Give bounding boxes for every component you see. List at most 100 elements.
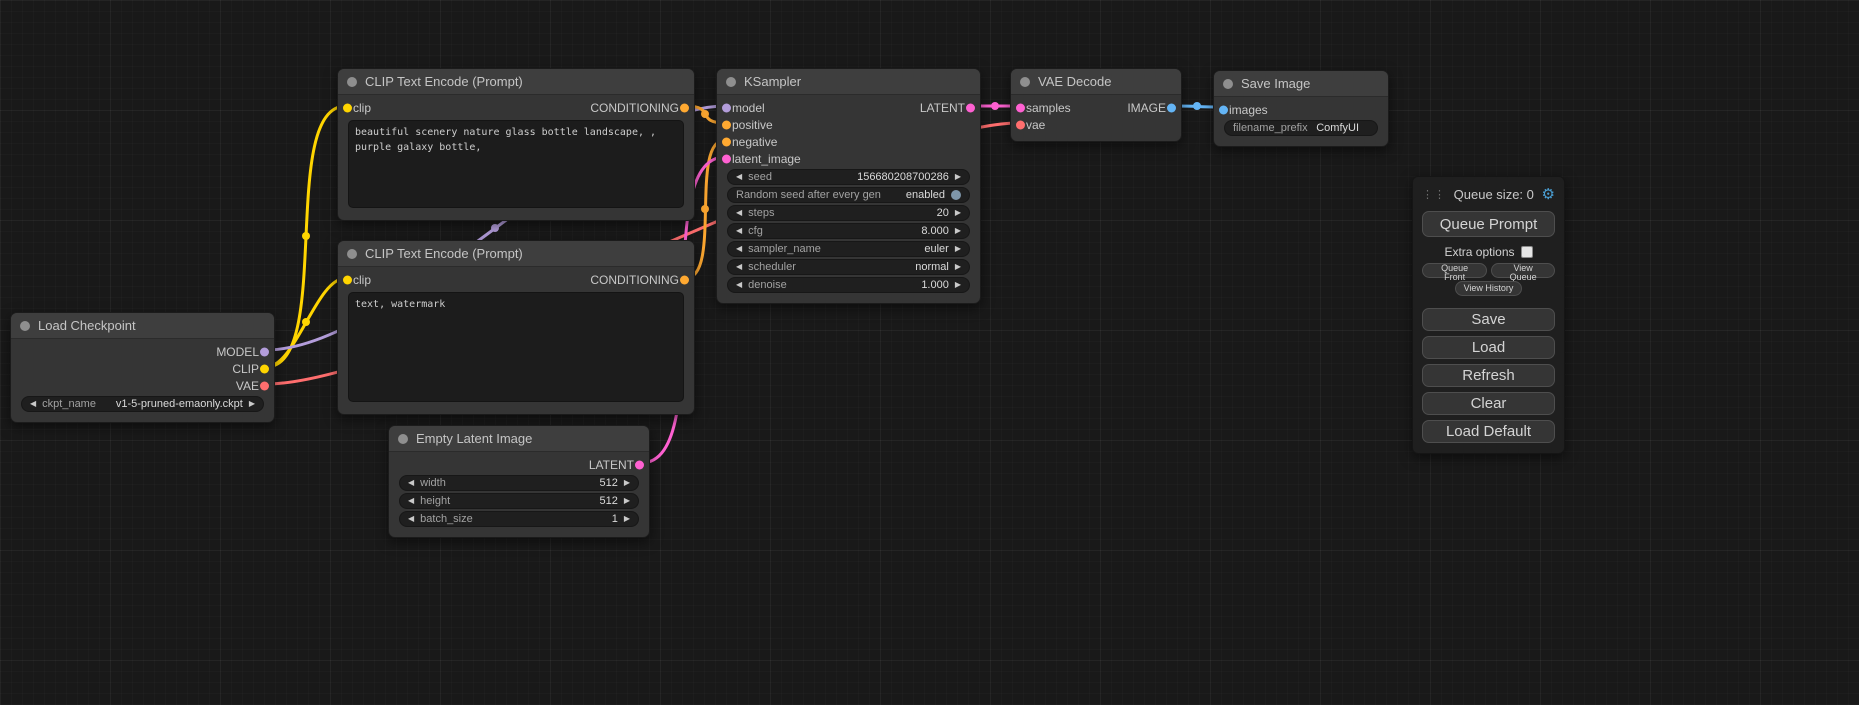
refresh-button[interactable]: Refresh — [1422, 364, 1555, 387]
collapse-toggle-icon[interactable] — [347, 249, 357, 259]
node-title-bar[interactable]: CLIP Text Encode (Prompt) — [338, 241, 694, 267]
extra-options-checkbox[interactable] — [1521, 246, 1533, 258]
node-title-bar[interactable]: Save Image — [1214, 71, 1388, 97]
node-clip-text-encode-negative[interactable]: CLIP Text Encode (Prompt) clip CONDITION… — [337, 240, 695, 415]
prompt-text-input[interactable]: text, watermark — [348, 292, 684, 402]
node-clip-text-encode-positive[interactable]: CLIP Text Encode (Prompt) clip CONDITION… — [337, 68, 695, 221]
decrement-arrow-icon[interactable]: ◀ — [736, 209, 742, 217]
input-slot-clip[interactable] — [343, 103, 352, 112]
increment-arrow-icon[interactable]: ▶ — [955, 263, 961, 271]
decrement-arrow-icon[interactable]: ◀ — [736, 281, 742, 289]
view-queue-button[interactable]: View Queue — [1491, 263, 1555, 278]
decrement-arrow-icon[interactable]: ◀ — [736, 227, 742, 235]
node-graph-canvas[interactable]: { "colors": { "model": "#B39DDB", "clip"… — [0, 0, 1859, 705]
input-slot-images[interactable] — [1219, 105, 1228, 114]
widget-scheduler[interactable]: ◀ scheduler normal ▶ — [727, 259, 970, 275]
node-title-bar[interactable]: Empty Latent Image — [389, 426, 649, 452]
increment-arrow-icon[interactable]: ▶ — [249, 400, 255, 408]
node-title-bar[interactable]: KSampler — [717, 69, 980, 95]
input-slot-model[interactable] — [722, 103, 731, 112]
decrement-arrow-icon[interactable]: ◀ — [736, 263, 742, 271]
prompt-text-input[interactable]: beautiful scenery nature glass bottle la… — [348, 120, 684, 208]
collapse-toggle-icon[interactable] — [726, 77, 736, 87]
node-load-checkpoint[interactable]: Load Checkpoint MODEL CLIP VAE ◀ ckpt_na… — [10, 312, 275, 423]
widget-steps[interactable]: ◀ steps 20 ▶ — [727, 205, 970, 221]
decrement-arrow-icon[interactable]: ◀ — [30, 400, 36, 408]
queue-prompt-button[interactable]: Queue Prompt — [1422, 211, 1555, 237]
node-save-image[interactable]: Save Image images filename_prefix ComfyU… — [1213, 70, 1389, 147]
widget-cfg[interactable]: ◀ cfg 8.000 ▶ — [727, 223, 970, 239]
decrement-arrow-icon[interactable]: ◀ — [408, 479, 414, 487]
toggle-label: Random seed after every gen — [736, 189, 881, 201]
node-title-bar[interactable]: VAE Decode — [1011, 69, 1181, 95]
widget-name: scheduler — [748, 261, 796, 273]
collapse-toggle-icon[interactable] — [347, 77, 357, 87]
input-slot-samples[interactable] — [1016, 103, 1025, 112]
output-slot-conditioning[interactable] — [680, 103, 689, 112]
settings-gear-icon[interactable]: ⚙ — [1542, 185, 1555, 203]
drag-handle-icon[interactable]: ⋮⋮ — [1422, 188, 1446, 201]
view-history-button[interactable]: View History — [1455, 281, 1523, 296]
collapse-toggle-icon[interactable] — [1020, 77, 1030, 87]
decrement-arrow-icon[interactable]: ◀ — [408, 497, 414, 505]
output-slot-latent[interactable] — [966, 103, 975, 112]
widget-name: ckpt_name — [42, 398, 96, 410]
collapse-toggle-icon[interactable] — [20, 321, 30, 331]
widget-sampler-name[interactable]: ◀ sampler_name euler ▶ — [727, 241, 970, 257]
increment-arrow-icon[interactable]: ▶ — [955, 173, 961, 181]
widget-random-seed-toggle[interactable]: Random seed after every gen enabled — [727, 187, 970, 203]
decrement-arrow-icon[interactable]: ◀ — [408, 515, 414, 523]
input-slot-latent-image[interactable] — [722, 154, 731, 163]
widget-seed[interactable]: ◀ seed 156680208700286 ▶ — [727, 169, 970, 185]
increment-arrow-icon[interactable]: ▶ — [955, 245, 961, 253]
node-title-bar[interactable]: CLIP Text Encode (Prompt) — [338, 69, 694, 95]
increment-arrow-icon[interactable]: ▶ — [955, 281, 961, 289]
output-slot-clip[interactable] — [260, 364, 269, 373]
widget-filename-prefix[interactable]: filename_prefix ComfyUI — [1224, 120, 1378, 136]
increment-arrow-icon[interactable]: ▶ — [955, 209, 961, 217]
menu-header: ⋮⋮ Queue size: 0 ⚙ — [1422, 185, 1555, 203]
decrement-arrow-icon[interactable]: ◀ — [736, 245, 742, 253]
output-label-vae: VAE — [236, 379, 259, 393]
widget-batch-size[interactable]: ◀ batch_size 1 ▶ — [399, 511, 639, 527]
collapse-toggle-icon[interactable] — [398, 434, 408, 444]
node-title: KSampler — [744, 74, 801, 89]
save-button[interactable]: Save — [1422, 308, 1555, 331]
input-slot-negative[interactable] — [722, 137, 731, 146]
output-row-vae: VAE — [11, 377, 274, 394]
increment-arrow-icon[interactable]: ▶ — [624, 515, 630, 523]
toggle-indicator-icon[interactable] — [951, 190, 961, 200]
output-slot-conditioning[interactable] — [680, 275, 689, 284]
slot-list: LATENT — [389, 452, 649, 473]
widget-ckpt-name[interactable]: ◀ ckpt_name v1-5-pruned-emaonly.ckpt ▶ — [21, 396, 264, 412]
node-ksampler[interactable]: KSampler model LATENT positive negative … — [716, 68, 981, 304]
load-button[interactable]: Load — [1422, 336, 1555, 359]
collapse-toggle-icon[interactable] — [1223, 79, 1233, 89]
node-title-bar[interactable]: Load Checkpoint — [11, 313, 274, 339]
output-slot-model[interactable] — [260, 347, 269, 356]
queue-front-button[interactable]: Queue Front — [1422, 263, 1487, 278]
queue-menu-panel[interactable]: ⋮⋮ Queue size: 0 ⚙ Queue Prompt Extra op… — [1412, 176, 1565, 454]
output-slot-image[interactable] — [1167, 103, 1176, 112]
widget-width[interactable]: ◀ width 512 ▶ — [399, 475, 639, 491]
input-slot-vae[interactable] — [1016, 120, 1025, 129]
node-vae-decode[interactable]: VAE Decode samples IMAGE vae — [1010, 68, 1182, 142]
clear-button[interactable]: Clear — [1422, 392, 1555, 415]
increment-arrow-icon[interactable]: ▶ — [955, 227, 961, 235]
widget-name: width — [420, 477, 446, 489]
increment-arrow-icon[interactable]: ▶ — [624, 497, 630, 505]
output-slot-vae[interactable] — [260, 381, 269, 390]
widget-height[interactable]: ◀ height 512 ▶ — [399, 493, 639, 509]
increment-arrow-icon[interactable]: ▶ — [624, 479, 630, 487]
node-title: Save Image — [1241, 76, 1310, 91]
input-label-model: model — [732, 101, 765, 115]
input-slot-positive[interactable] — [722, 120, 731, 129]
node-title: Empty Latent Image — [416, 431, 532, 446]
load-default-button[interactable]: Load Default — [1422, 420, 1555, 443]
input-label-images: images — [1229, 103, 1268, 117]
widget-denoise[interactable]: ◀ denoise 1.000 ▶ — [727, 277, 970, 293]
decrement-arrow-icon[interactable]: ◀ — [736, 173, 742, 181]
input-slot-clip[interactable] — [343, 275, 352, 284]
output-slot-latent[interactable] — [635, 460, 644, 469]
node-empty-latent-image[interactable]: Empty Latent Image LATENT ◀ width 512 ▶ … — [388, 425, 650, 538]
